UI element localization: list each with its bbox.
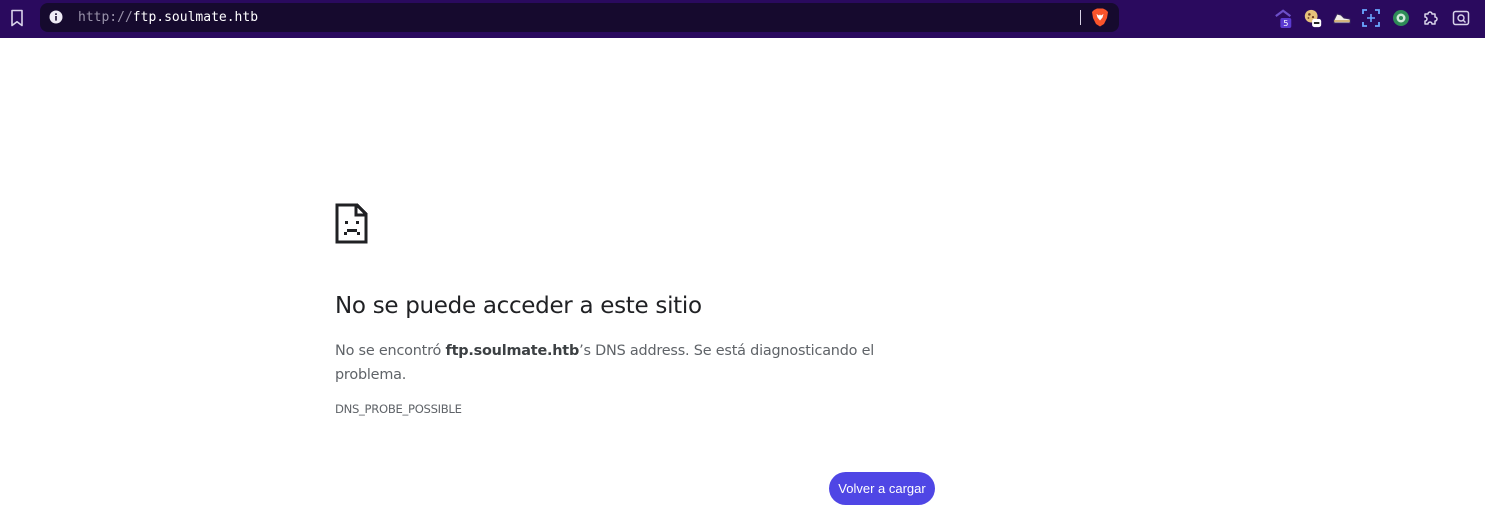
bookmark-icon[interactable] [6,7,28,29]
brave-shields-icon[interactable] [1091,8,1109,27]
extension-badge-icon[interactable]: 5 [1274,8,1294,28]
puzzle-extensions-icon[interactable] [1421,8,1441,28]
description-host: ftp.soulmate.htb [445,343,580,359]
description-prefix: No se encontró [335,343,446,359]
sneaker-extension-icon[interactable] [1332,8,1352,28]
error-code: DNS_PROBE_POSSIBLE [335,402,462,416]
url-host: ftp.soulmate.htb [132,10,259,25]
sad-document-icon [335,203,368,244]
omnibox-divider [1080,10,1081,25]
url-scheme: http:// [78,10,133,25]
scan-extension-icon[interactable] [1361,8,1381,28]
extension-badge-count: 5 [1283,18,1288,28]
site-info-icon[interactable] [49,10,63,24]
error-description: No se encontró ftp.soulmate.htb’s DNS ad… [335,339,880,387]
green-circle-extension-icon[interactable] [1391,8,1411,28]
browser-toolbar: http://ftp.soulmate.htb 5 [0,0,1485,38]
screenshot-extension-icon[interactable] [1451,8,1471,28]
cookie-extension-icon[interactable] [1303,8,1323,28]
address-bar[interactable]: http://ftp.soulmate.htb [40,3,1119,32]
reload-button[interactable]: Volver a cargar [829,472,935,505]
url-text[interactable]: http://ftp.soulmate.htb [78,9,258,26]
page-title: No se puede acceder a este sitio [335,293,702,319]
